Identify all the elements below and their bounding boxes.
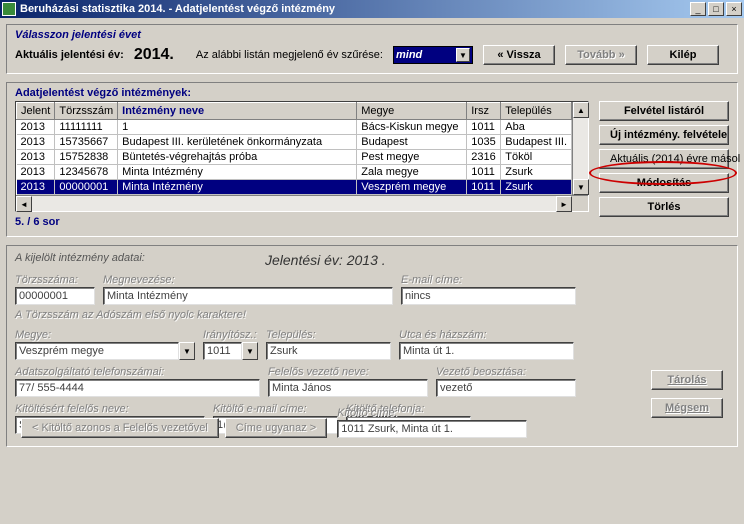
institutions-panel: Adatjelentést végző intézmények: Jelent … — [6, 82, 738, 237]
current-year-label: Aktuális jelentési év: — [15, 49, 124, 61]
row-count: 5. / 6 sor — [15, 216, 589, 228]
table-row[interactable]: 201312345678Minta IntézményZala megye101… — [17, 165, 572, 180]
torzs-label: Törzsszáma: — [15, 274, 95, 286]
torzs-hint: A Törzsszám az Adószám első nyolc karakt… — [15, 309, 729, 321]
fvez-label: Felelős vezető neve: — [268, 366, 428, 378]
detail-heading: A kijelölt intézmény adatai: — [15, 252, 235, 268]
close-button[interactable]: × — [726, 2, 742, 16]
table-header-row: Jelent Törzsszám Intézmény neve Megye Ir… — [17, 103, 572, 120]
maximize-button[interactable]: □ — [708, 2, 724, 16]
modify-button[interactable]: Módosítás — [599, 173, 729, 193]
telepules-input[interactable]: Zsurk — [266, 342, 391, 360]
pick-from-list-button[interactable]: Felvétel listáról — [599, 101, 729, 121]
app-icon — [2, 2, 16, 16]
vertical-scrollbar[interactable]: ▲ ▼ — [572, 102, 588, 195]
window-title: Beruházási statisztika 2014. - Adatjelen… — [20, 3, 690, 15]
irsz-input[interactable]: 1011 — [203, 342, 242, 360]
email-input[interactable]: nincs — [401, 287, 576, 305]
vbeo-input[interactable]: vezető — [436, 379, 576, 397]
scroll-up-icon[interactable]: ▲ — [573, 102, 589, 118]
kcim-label: Kitöltő címe: — [337, 407, 527, 419]
institutions-grid[interactable]: Jelent Törzsszám Intézmény neve Megye Ir… — [15, 101, 589, 212]
kcim-input[interactable]: 1011 Zsurk, Minta út 1. — [337, 420, 527, 438]
scroll-down-icon[interactable]: ▼ — [573, 179, 589, 195]
telepules-label: Település: — [266, 329, 391, 341]
table-row[interactable]: 201315735667Budapest III. kerületének ön… — [17, 135, 572, 150]
chevron-down-icon[interactable]: ▼ — [179, 342, 195, 360]
scroll-right-icon[interactable]: ► — [556, 196, 572, 212]
col-intezmeny[interactable]: Intézmény neve — [118, 103, 357, 120]
minimize-button[interactable]: _ — [690, 2, 706, 16]
detail-panel: A kijelölt intézmény adatai: Jelentési é… — [6, 245, 738, 447]
col-telepules[interactable]: Település — [501, 103, 572, 120]
delete-button[interactable]: Törlés — [599, 197, 729, 217]
megye-input[interactable]: Veszprém megye — [15, 342, 179, 360]
utca-label: Utca és házszám: — [399, 329, 574, 341]
cancel-button: Mégsem — [651, 398, 723, 418]
year-filter-combo[interactable]: mind ▼ — [393, 46, 473, 64]
exit-button[interactable]: Kilép — [647, 45, 719, 65]
irsz-label: Irányítósz.: — [203, 329, 258, 341]
titlebar: Beruházási statisztika 2014. - Adatjelen… — [0, 0, 744, 18]
megn-label: Megnevezése: — [103, 274, 393, 286]
table-row[interactable]: 201300000001Minta IntézményVeszprém megy… — [17, 180, 572, 195]
copy-from-manager-button: < Kitöltő azonos a Felelős vezetővel — [21, 418, 219, 438]
vbeo-label: Vezető beosztása: — [436, 366, 576, 378]
current-year-value: 2014. — [134, 46, 174, 64]
megye-label: Megye: — [15, 329, 195, 341]
horizontal-scrollbar[interactable]: ◄ ► — [16, 195, 588, 211]
table-row[interactable]: 2013111111111Bács-Kiskun megye1011Aba — [17, 120, 572, 135]
filter-label: Az alábbi listán megjelenő év szűrése: — [196, 49, 383, 61]
chevron-down-icon: ▼ — [456, 48, 470, 62]
detail-year: Jelentési év: 2013 . — [265, 252, 386, 268]
scroll-left-icon[interactable]: ◄ — [16, 196, 32, 212]
copy-to-current-year-button[interactable]: Aktuális (2014) évre másol — [599, 149, 729, 169]
atel-label: Adatszolgáltató telefonszámai: — [15, 366, 260, 378]
fvez-input[interactable]: Minta János — [268, 379, 428, 397]
year-select-panel: Válasszon jelentési évet Aktuális jelent… — [6, 24, 738, 74]
panel-heading: Válasszon jelentési évet — [15, 29, 729, 41]
save-button: Tárolás — [651, 370, 723, 390]
table-row[interactable]: 201315752838Büntetés-végrehajtás próbaPe… — [17, 150, 572, 165]
col-irsz[interactable]: Irsz — [467, 103, 501, 120]
torzs-input[interactable]: 00000001 — [15, 287, 95, 305]
col-megye[interactable]: Megye — [357, 103, 467, 120]
chevron-down-icon[interactable]: ▼ — [242, 342, 258, 360]
side-button-group: Felvétel listáról Új intézmény. felvétel… — [599, 87, 729, 228]
new-institution-button[interactable]: Új intézmény. felvétele — [599, 125, 729, 145]
next-button: Tovább » — [565, 45, 637, 65]
back-button[interactable]: « Vissza — [483, 45, 555, 65]
copy-address-button: Címe ugyanaz > — [225, 418, 327, 438]
megn-input[interactable]: Minta Intézmény — [103, 287, 393, 305]
atel-input[interactable]: 77/ 555-4444 — [15, 379, 260, 397]
col-jelent[interactable]: Jelent — [17, 103, 55, 120]
utca-input[interactable]: Minta út 1. — [399, 342, 574, 360]
email-label: E-mail címe: — [401, 274, 576, 286]
grid-title: Adatjelentést végző intézmények: — [15, 87, 589, 99]
col-torzsszam[interactable]: Törzsszám — [55, 103, 118, 120]
